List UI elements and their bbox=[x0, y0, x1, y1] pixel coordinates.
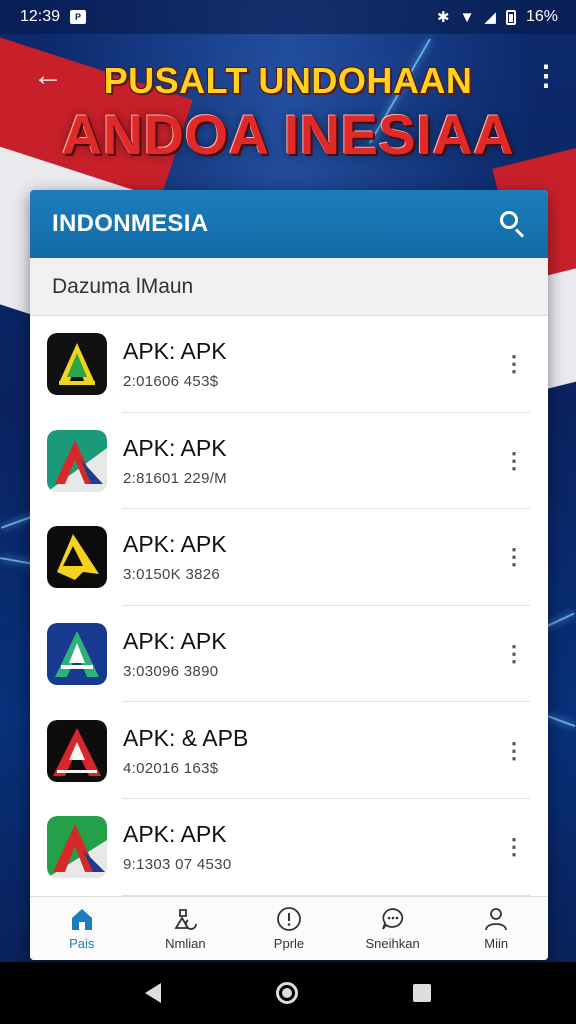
nav-item-pais[interactable]: Pais bbox=[30, 897, 134, 960]
app-icon-yellow-black bbox=[47, 526, 107, 589]
glow-line bbox=[546, 714, 576, 728]
app-header: ← PUSALT UNDOHAAN ANDOA INESIAA ⋮ bbox=[0, 40, 576, 190]
nav-label: Miin bbox=[484, 936, 509, 951]
chat-icon bbox=[381, 908, 403, 930]
app-list-item[interactable]: APK: APK 3:03096 3890 ⋮ bbox=[30, 606, 548, 703]
app-meta: 3:0150K 3826 bbox=[123, 566, 221, 584]
row-overflow-icon[interactable]: ⋮ bbox=[502, 537, 526, 577]
nav-label: Nmlian bbox=[165, 936, 206, 951]
glow-line bbox=[0, 557, 34, 565]
app-list-item[interactable]: APK: APK 3:0150K 3826 ⋮ bbox=[30, 509, 548, 606]
app-name: APK: & APB bbox=[123, 724, 249, 751]
bluetooth-icon: ✱ bbox=[436, 9, 450, 26]
app-meta: 9:1303 07 4530 bbox=[123, 856, 232, 874]
system-back-icon[interactable] bbox=[145, 983, 161, 1003]
row-overflow-icon[interactable]: ⋮ bbox=[502, 634, 526, 674]
shapes-icon bbox=[174, 909, 198, 930]
system-recents-icon[interactable] bbox=[413, 984, 431, 1002]
app-icon-blue-green bbox=[47, 623, 107, 686]
app-icon-teal-red bbox=[47, 429, 107, 492]
system-home-icon[interactable] bbox=[276, 982, 298, 1004]
banner-title-line2: ANDOA INESIAA bbox=[61, 103, 515, 166]
nav-item-miin[interactable]: Miin bbox=[444, 897, 548, 960]
info-icon bbox=[277, 907, 301, 931]
signal-icon: ◢ bbox=[484, 9, 496, 26]
app-list-item[interactable]: APK: & APB 4:02016 163$ ⋮ bbox=[30, 702, 548, 799]
row-overflow-icon[interactable]: ⋮ bbox=[502, 731, 526, 771]
nav-item-pprle[interactable]: Pprle bbox=[237, 897, 341, 960]
app-list-item[interactable]: APK: APK 2:81601 229/M ⋮ bbox=[30, 413, 548, 510]
app-list: APK: APK 2:01606 453$ ⋮ APK: APK 2:81601… bbox=[30, 316, 548, 896]
row-overflow-icon[interactable]: ⋮ bbox=[502, 344, 526, 384]
battery-percent: 16% bbox=[525, 8, 558, 25]
wifi-icon: ▼ bbox=[459, 8, 475, 26]
search-icon[interactable] bbox=[498, 209, 528, 239]
app-icon-green-yellow bbox=[47, 333, 107, 396]
list-subheader: Dazuma lMaun bbox=[30, 258, 548, 316]
notification-icon: P bbox=[70, 10, 87, 24]
row-overflow-icon[interactable]: ⋮ bbox=[502, 441, 526, 481]
app-meta: 3:03096 3890 bbox=[123, 663, 219, 681]
app-meta: 2:81601 229/M bbox=[123, 469, 227, 487]
banner-title-line1: PUSALT UNDOHAAN bbox=[103, 60, 473, 101]
home-icon bbox=[71, 909, 92, 930]
bottom-navigation: Pais Nmlian Pprle Sneihkan Miin bbox=[30, 896, 548, 960]
card-header: INDONMESIA bbox=[30, 190, 548, 258]
overflow-menu-icon[interactable]: ⋮ bbox=[532, 58, 560, 94]
app-meta: 2:01606 453$ bbox=[123, 373, 219, 391]
app-meta: 4:02016 163$ bbox=[123, 759, 219, 777]
app-list-item[interactable]: APK: APK 2:01606 453$ ⋮ bbox=[30, 316, 548, 413]
app-list-item[interactable]: APK: APK 9:1303 07 4530 ⋮ bbox=[30, 799, 548, 896]
nav-label: Sneihkan bbox=[365, 936, 420, 951]
nav-label: Pprle bbox=[273, 936, 305, 951]
nav-item-nmlian[interactable]: Nmlian bbox=[134, 897, 238, 960]
app-icon-green-red bbox=[47, 816, 107, 879]
status-time: 12:39 bbox=[20, 8, 61, 25]
nav-item-sneihkan[interactable]: Sneihkan bbox=[341, 897, 445, 960]
nav-label: Pais bbox=[69, 936, 95, 951]
card-title: INDONMESIA bbox=[52, 210, 209, 237]
app-list-card: INDONMESIA Dazuma lMaun APK: APK 2:01606… bbox=[30, 190, 548, 960]
app-icon-red-black bbox=[47, 719, 107, 782]
person-icon bbox=[485, 908, 508, 931]
app-name: APK: APK bbox=[123, 338, 227, 365]
app-name: APK: APK bbox=[123, 434, 227, 461]
app-name: APK: APK bbox=[123, 821, 227, 848]
system-navigation-bar bbox=[0, 962, 576, 1024]
battery-icon bbox=[505, 9, 516, 25]
status-bar: 12:39 P ✱ ▼ ◢ 16% bbox=[0, 0, 576, 34]
app-name: APK: APK bbox=[123, 531, 227, 558]
app-name: APK: APK bbox=[123, 628, 227, 655]
row-overflow-icon[interactable]: ⋮ bbox=[502, 827, 526, 867]
